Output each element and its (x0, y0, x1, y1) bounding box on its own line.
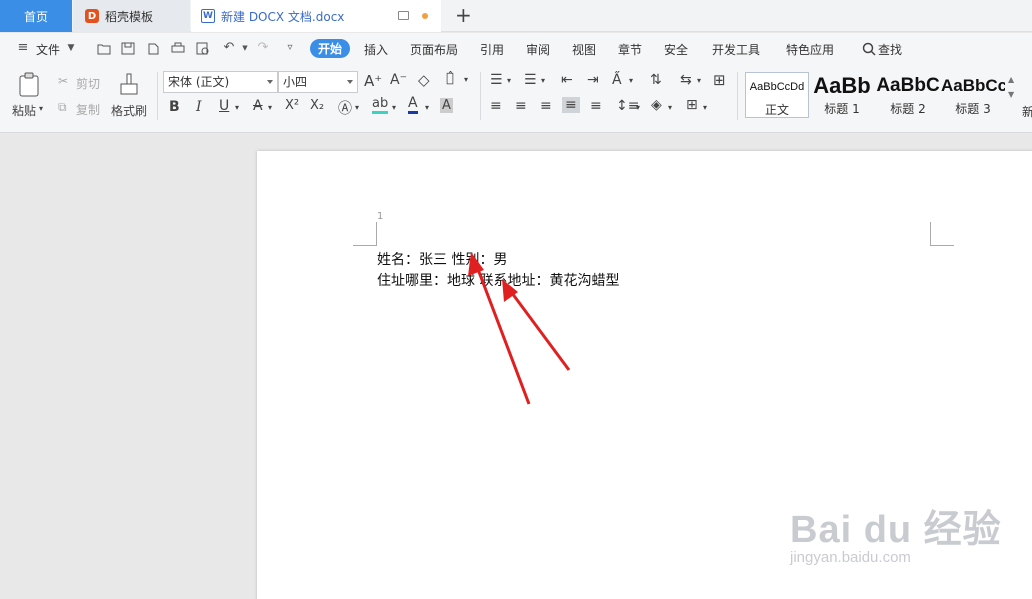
arrow-head-1 (468, 252, 484, 276)
watermark-main: Bai du 经验 (790, 509, 1002, 551)
arrow-line-1 (474, 263, 531, 405)
arrow-line-2 (507, 288, 571, 371)
baidu-watermark: Bai du 经验 jingyan.baidu.com (790, 498, 1002, 566)
